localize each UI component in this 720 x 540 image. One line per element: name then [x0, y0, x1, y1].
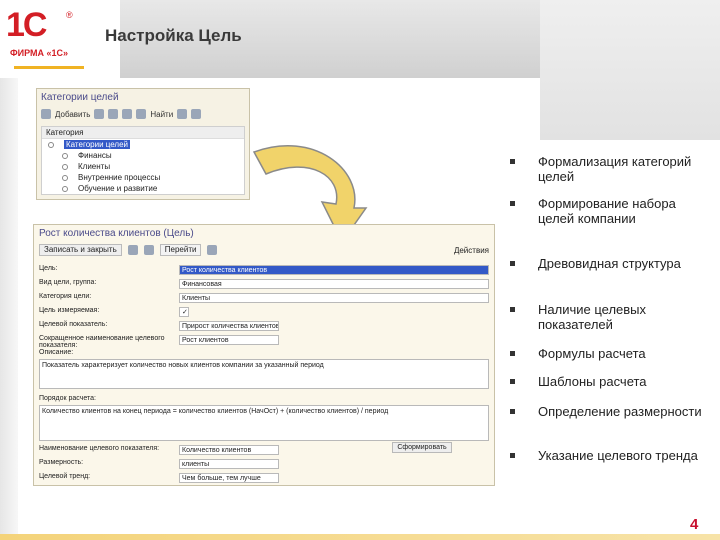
item-icon [62, 185, 68, 192]
delete-icon[interactable] [122, 109, 133, 119]
form-row-goal: Цель: Рост количества клиентов [39, 265, 489, 276]
save-close-button[interactable]: Записать и закрыть [39, 244, 122, 256]
bullet-icon [510, 307, 515, 312]
bullet-icon [510, 351, 515, 356]
field-label: Целевой показатель: [39, 321, 108, 328]
field-label: Сокращенное наименование целевого показа… [39, 335, 165, 349]
search-icon[interactable] [136, 109, 147, 119]
field-label: Категория цели: [39, 293, 92, 300]
tree-row[interactable]: Категории целей [42, 139, 244, 150]
bullet-icon [510, 159, 515, 164]
bullet-icon [510, 261, 515, 266]
tree-row-label: Финансы [78, 151, 112, 160]
refresh-icon[interactable] [191, 109, 202, 119]
goto-dropdown[interactable]: Перейти [159, 244, 202, 256]
form-row-short-name: Сокращенное наименование целевого показа… [39, 335, 489, 349]
form-row-trend: Целевой тренд: Чем больше, тем лучше [39, 473, 489, 484]
field-label: Наименование целевого показателя: [39, 445, 160, 452]
actions-menu[interactable]: Действия [454, 246, 489, 255]
tree-row-label: Категории целей [64, 140, 131, 149]
edit-icon[interactable] [108, 109, 119, 119]
goal-category-field[interactable]: Клиенты [179, 293, 489, 303]
calculate-button[interactable]: Сформировать [392, 442, 452, 453]
copy-icon[interactable] [94, 109, 105, 119]
indicator-field[interactable]: Прирост количества клиентов [179, 321, 279, 331]
form-row-measurable: Цель измеряемая: ✓ [39, 307, 489, 318]
tree-column-header: Категория [42, 127, 244, 139]
expand-icon[interactable] [48, 141, 54, 148]
list-item-text: Определение размерности [538, 404, 702, 419]
list-item-text: Указание целевого тренда [538, 448, 698, 463]
description-textarea[interactable]: Показатель характеризует количество новы… [39, 359, 489, 389]
list-item-text: Формирование набора целей компании [538, 196, 676, 226]
field-label: Вид цели, группа: [39, 279, 97, 286]
filter-icon[interactable] [177, 109, 188, 119]
save-icon[interactable] [127, 245, 138, 255]
left-decor-strip [0, 78, 18, 540]
bullet-icon [510, 453, 515, 458]
field-label: Размерность: [39, 459, 84, 466]
form-row-category: Категория цели: Клиенты [39, 293, 489, 304]
goal-window-title: Рост количества клиентов (Цель) [39, 228, 194, 239]
page-title: Настройка Цель [105, 26, 242, 45]
categories-window-title: Категории целей [41, 92, 119, 103]
item-icon [62, 174, 68, 181]
tree-row[interactable]: Клиенты [42, 161, 244, 172]
categories-toolbar: Добавить Найти [37, 106, 249, 122]
tree-row[interactable]: Финансы [42, 150, 244, 161]
bullet-icon [510, 379, 515, 384]
form-row-indicator: Целевой показатель: Прирост количества к… [39, 321, 489, 332]
form-row-group: Вид цели, группа: Финансовая [39, 279, 489, 290]
search-button[interactable]: Найти [150, 110, 173, 119]
field-label: Цель: [39, 265, 58, 272]
description-label: Описание: [39, 349, 74, 356]
goal-name-field[interactable]: Рост количества клиентов [179, 265, 489, 275]
list-item-text: Формализация категорий целей [538, 154, 692, 184]
bullet-icon [510, 201, 515, 206]
add-icon[interactable] [41, 109, 51, 119]
bullet-icon [510, 409, 515, 414]
add-button[interactable]: Добавить [55, 110, 90, 119]
list-item-text: Наличие целевых показателей [538, 302, 647, 332]
formula-textarea[interactable]: Количество клиентов на конец периода = к… [39, 405, 489, 441]
categories-tree: Категория Категории целей Финансы Клиент… [41, 126, 245, 195]
tree-row-label: Внутренние процессы [78, 173, 161, 182]
formula-label: Порядок расчета: [39, 395, 96, 402]
print-icon[interactable] [143, 245, 154, 255]
list-item-text: Шаблоны расчета [538, 374, 647, 389]
dimension-field[interactable]: клиенты [179, 459, 279, 469]
help-icon[interactable] [207, 245, 218, 255]
tree-row[interactable]: Внутренние процессы [42, 172, 244, 183]
page-number: 4 [690, 516, 699, 533]
trend-field[interactable]: Чем больше, тем лучше [179, 473, 279, 483]
field-label: Целевой тренд: [39, 473, 91, 480]
1c-logo: 1С ® ФИРМА «1С» [6, 6, 92, 69]
tree-row-label: Обучение и развитие [78, 184, 158, 193]
item-icon [62, 152, 68, 159]
goal-group-field[interactable]: Финансовая [179, 279, 489, 289]
logo-underline [14, 66, 84, 69]
form-row-dimension: Размерность: клиенты [39, 459, 489, 470]
short-name-field[interactable]: Рост клиентов [179, 335, 279, 345]
tree-row-label: Клиенты [78, 162, 111, 171]
list-item-text: Формулы расчета [538, 346, 646, 361]
field-label: Цель измеряемая: [39, 307, 100, 314]
item-icon [62, 163, 68, 170]
tree-row[interactable]: Обучение и развитие [42, 183, 244, 194]
right-decor-panel [540, 0, 720, 140]
footer-decor-bar [0, 534, 720, 540]
categories-window: Категории целей Добавить Найти Категория… [36, 88, 250, 200]
indicator-name-field[interactable]: Количество клиентов [179, 445, 279, 455]
measurable-checkbox[interactable]: ✓ [179, 307, 189, 317]
logo-subtitle: ФИРМА «1С» [10, 48, 69, 58]
list-item-text: Древовидная структура [538, 256, 681, 271]
logo-mark: 1С [6, 6, 47, 44]
registered-icon: ® [66, 10, 73, 20]
goal-toolbar: Записать и закрыть Перейти Действия [34, 242, 494, 258]
